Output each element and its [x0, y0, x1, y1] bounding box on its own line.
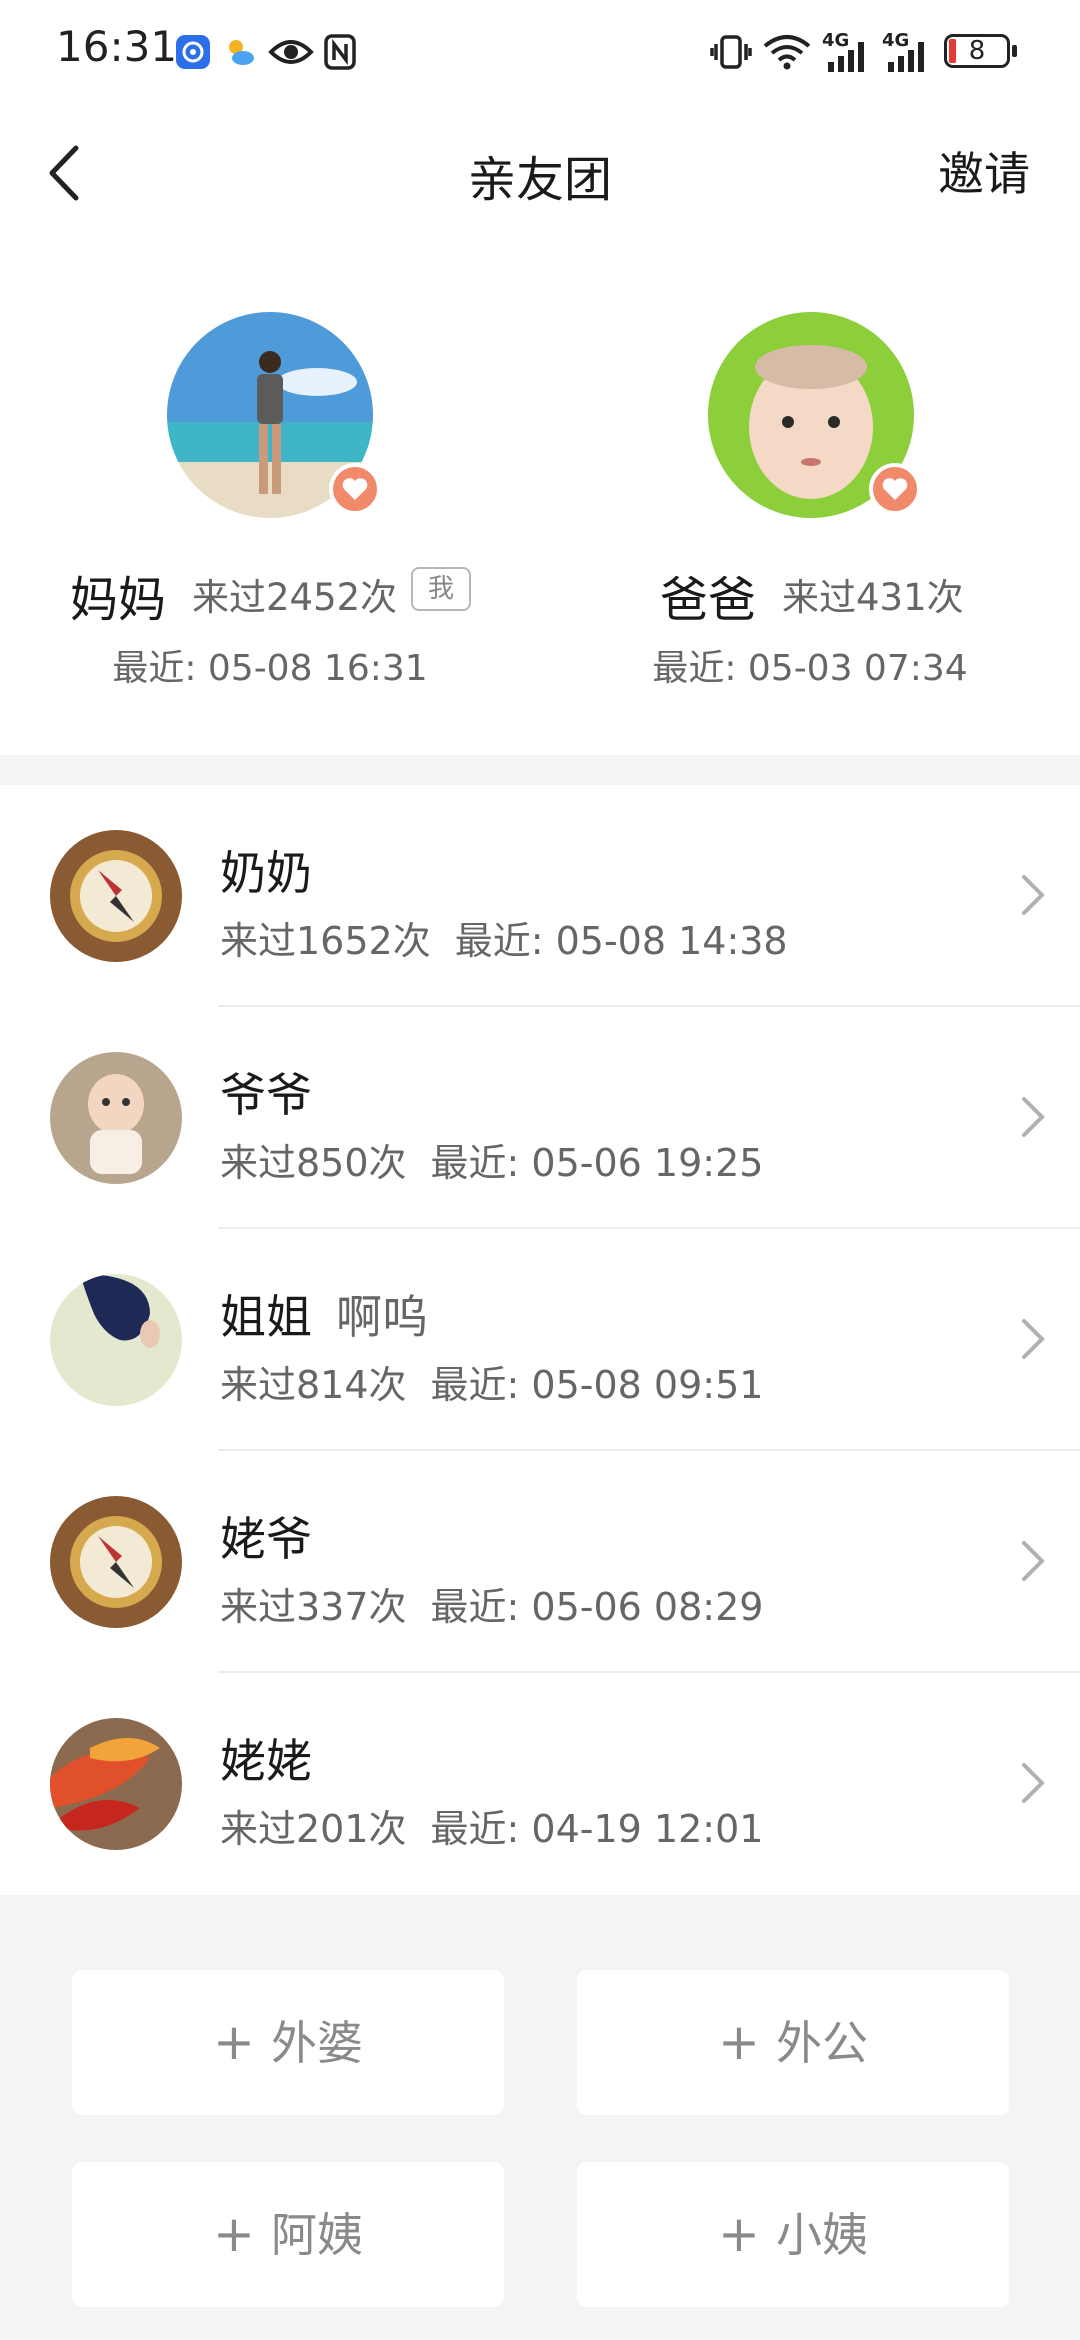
header-area: 16:31 4G 4G 8 亲友团 邀请 妈妈 来过2452次 我 最近: 05…	[0, 0, 1080, 755]
member-info: 来过850次 最近: 05-06 19:25	[220, 1132, 763, 1187]
last-visit: 最近: 05-06 19:25	[430, 1141, 764, 1185]
plus-icon: +	[718, 2205, 760, 2263]
weather-icon	[229, 40, 254, 65]
visit-count: 来过850次	[220, 1141, 407, 1185]
battery-icon: 8	[944, 34, 1020, 72]
chevron-right-icon	[1022, 1319, 1045, 1359]
member-info: 来过337次 最近: 05-06 08:29	[220, 1576, 763, 1631]
member-name: 奶奶	[220, 846, 312, 900]
add-xiaoyi-button[interactable]: + 小姨	[577, 2162, 1009, 2307]
member-name: 爷爷	[220, 1068, 312, 1122]
list-item[interactable]: 爷爷 来过850次 最近: 05-06 19:25	[0, 1007, 1080, 1229]
last-visit: 最近: 05-06 08:29	[430, 1585, 764, 1629]
eye-icon	[268, 40, 314, 64]
visit-count: 来过431次	[782, 576, 964, 619]
member-info: 来过201次 最近: 04-19 12:01	[220, 1798, 763, 1853]
signal-4g-icon: 4G	[882, 30, 932, 74]
avatar	[50, 1274, 182, 1406]
member-name-line: 姥爷	[220, 1503, 336, 1569]
add-button-label: 外婆	[270, 2016, 363, 2070]
member-name-line: 姐姐 啊呜	[220, 1281, 428, 1347]
avatar	[50, 1052, 182, 1184]
member-name: 姥爷	[220, 1512, 312, 1566]
avatar	[50, 830, 182, 962]
status-bar: 16:31 4G 4G 8	[0, 0, 1080, 108]
heart-badge-icon	[329, 463, 381, 515]
last-visit: 最近: 04-19 12:01	[430, 1807, 764, 1851]
visit-count: 来过201次	[220, 1807, 407, 1851]
visit-count: 来过1652次	[220, 919, 431, 963]
me-tag-badge: 我	[411, 567, 471, 611]
member-name: 姐姐	[220, 1290, 312, 1344]
parent-name: 妈妈	[70, 572, 167, 628]
nfc-icon	[324, 34, 356, 70]
member-info: 来过1652次 最近: 05-08 14:38	[220, 910, 788, 965]
battery-level: 8	[968, 36, 986, 66]
avatar	[50, 1718, 182, 1850]
add-ayi-button[interactable]: + 阿姨	[72, 2162, 504, 2307]
nav-bar: 亲友团 邀请	[0, 108, 1080, 238]
status-time: 16:31	[56, 22, 178, 71]
add-button-label: 外公	[775, 2016, 868, 2070]
last-visit: 最近: 05-03 07:34	[652, 648, 968, 689]
plus-icon: +	[718, 2013, 760, 2071]
member-nickname: 啊呜	[336, 1290, 428, 1344]
member-name: 姥姥	[220, 1734, 312, 1788]
add-button-label: 小姨	[775, 2208, 868, 2262]
list-item[interactable]: 奶奶 来过1652次 最近: 05-08 14:38	[0, 785, 1080, 1007]
page-title: 亲友团	[467, 152, 612, 208]
add-button-label: 阿姨	[270, 2208, 363, 2262]
wifi-icon	[763, 35, 811, 70]
list-item[interactable]: 姥姥 来过201次 最近: 04-19 12:01	[0, 1673, 1080, 1895]
list-item[interactable]: 姥爷 来过337次 最近: 05-06 08:29	[0, 1451, 1080, 1673]
member-name-line: 奶奶	[220, 837, 336, 903]
last-visit: 最近: 05-08 16:31	[112, 648, 428, 689]
member-info: 来过814次 最近: 05-08 09:51	[220, 1354, 763, 1409]
visit-count: 来过2452次	[192, 576, 398, 619]
heart-badge-icon	[869, 463, 921, 515]
last-visit: 最近: 05-08 09:51	[430, 1363, 764, 1407]
parent-card-mother[interactable]: 妈妈 来过2452次 我 最近: 05-08 16:31	[0, 305, 540, 705]
add-waigong-button[interactable]: + 外公	[577, 1970, 1009, 2115]
signal-4g-icon: 4G	[822, 30, 872, 74]
chevron-right-icon	[1022, 1097, 1045, 1137]
list-item[interactable]: 姐姐 啊呜 来过814次 最近: 05-08 09:51	[0, 1229, 1080, 1451]
parent-card-father[interactable]: 爸爸 来过431次 最近: 05-03 07:34	[540, 305, 1080, 705]
app-badge-icon	[176, 35, 210, 69]
member-name-line: 姥姥	[220, 1725, 336, 1791]
avatar	[50, 1496, 182, 1628]
vibrate-icon	[710, 35, 752, 69]
member-name-line: 爷爷	[220, 1059, 336, 1125]
member-list: 奶奶 来过1652次 最近: 05-08 14:38 爷爷 来过850次 最近: 0…	[0, 785, 1080, 1895]
visit-count: 来过337次	[220, 1585, 407, 1629]
last-visit: 最近: 05-08 14:38	[454, 919, 788, 963]
chevron-right-icon	[1022, 1763, 1045, 1803]
invite-button[interactable]: 邀请	[938, 138, 1030, 204]
chevron-right-icon	[1022, 1541, 1045, 1581]
plus-icon: +	[213, 2205, 255, 2263]
add-waipo-button[interactable]: + 外婆	[72, 1970, 504, 2115]
visit-count: 来过814次	[220, 1363, 407, 1407]
plus-icon: +	[213, 2013, 255, 2071]
chevron-right-icon	[1022, 875, 1045, 915]
parent-name: 爸爸	[660, 572, 757, 628]
